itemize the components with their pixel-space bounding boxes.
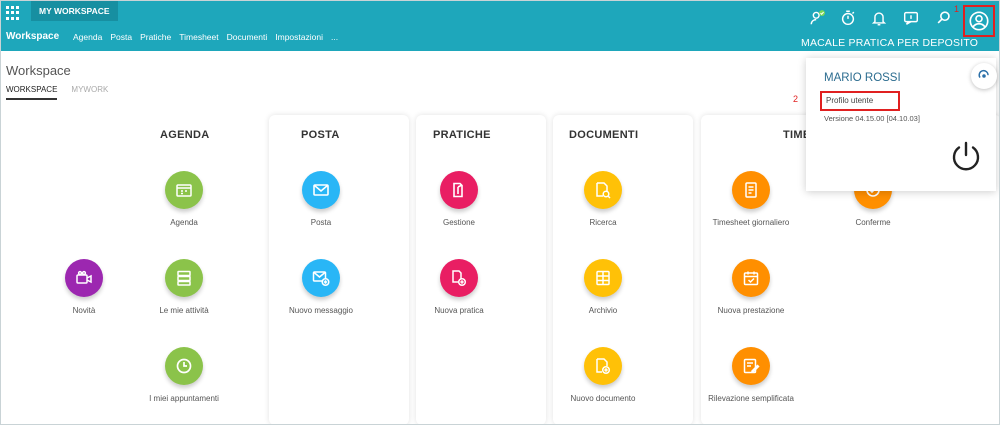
message-icon[interactable] <box>902 9 920 27</box>
calendar-check-icon <box>732 259 770 297</box>
workspace-tabs: WORKSPACE MYWORK <box>6 85 108 100</box>
nav-item-impostazioni[interactable]: Impostazioni <box>275 32 323 42</box>
user-check-icon[interactable] <box>809 9 827 27</box>
tile-nuova-pratica[interactable]: Nuova pratica <box>409 259 509 315</box>
user-circle-icon <box>969 11 989 31</box>
section-title-pratiche: PRATICHE <box>433 129 491 141</box>
tile-label: Ricerca <box>589 218 617 227</box>
folder-icon <box>440 171 478 209</box>
apps-grid-icon[interactable] <box>4 4 22 22</box>
camera-icon <box>65 259 103 297</box>
tile-nuovo-messaggio[interactable]: Nuovo messaggio <box>271 259 371 315</box>
version-text: Versione 04.15.00 [04.10.03] <box>824 114 920 123</box>
note-edit-icon <box>732 347 770 385</box>
tile-label: Conferme <box>855 218 891 227</box>
power-icon[interactable] <box>948 138 984 174</box>
step-marker-2: 2 <box>793 94 799 104</box>
tile-gestione[interactable]: Gestione <box>409 171 509 227</box>
top-bar: MY WORKSPACE Workspace Agenda Posta Prat… <box>1 1 999 51</box>
user-name: MARIO ROSSI <box>824 72 901 84</box>
tile-ricerca[interactable]: Ricerca <box>553 171 653 227</box>
document-search-icon <box>584 171 622 209</box>
nav-item-documenti[interactable]: Documenti <box>227 32 268 42</box>
practice-tagline: MACALE PRATICA PER DEPOSITO <box>801 37 979 49</box>
tile-label: Gestione <box>442 218 476 227</box>
tile-label: Nuovo messaggio <box>288 306 354 315</box>
tile-label: I miei appuntamenti <box>149 394 219 403</box>
archive-icon <box>584 259 622 297</box>
tile-label: Archivio <box>588 306 618 315</box>
tile-label: Agenda <box>170 218 198 227</box>
tile-mie-attivita[interactable]: Le mie attività <box>134 259 234 315</box>
tile-novita[interactable]: Novità <box>34 259 134 315</box>
nav-item-timesheet[interactable]: Timesheet <box>179 32 218 42</box>
tab-mywork[interactable]: MYWORK <box>71 85 108 100</box>
document-add-icon <box>584 347 622 385</box>
tile-agenda[interactable]: Agenda <box>134 171 234 227</box>
timer-icon[interactable] <box>839 9 857 27</box>
folder-add-icon <box>440 259 478 297</box>
profile-popup: MARIO ROSSI 2 Profilo utente Versione 04… <box>793 58 996 191</box>
tile-rilevazione-semplificata[interactable]: Rilevazione semplificata <box>701 347 801 403</box>
nav-item-posta[interactable]: Posta <box>110 32 132 42</box>
section-title-posta: POSTA <box>301 129 340 141</box>
app-window: MY WORKSPACE Workspace Agenda Posta Prat… <box>0 0 1000 425</box>
mail-add-icon <box>302 259 340 297</box>
bell-icon[interactable] <box>870 9 888 27</box>
tile-label: Nuova pratica <box>434 306 484 315</box>
mail-icon <box>302 171 340 209</box>
tile-archivio[interactable]: Archivio <box>553 259 653 315</box>
timesheet-icon <box>732 171 770 209</box>
task-list-icon <box>165 259 203 297</box>
main-nav: Agenda Posta Pratiche Timesheet Document… <box>73 32 338 42</box>
nav-item-pratiche[interactable]: Pratiche <box>140 32 171 42</box>
page-title: Workspace <box>6 63 71 78</box>
tile-appuntamenti[interactable]: I miei appuntamenti <box>134 347 234 403</box>
tile-label: Le mie attività <box>159 306 209 315</box>
tile-label: Nuovo documento <box>570 394 636 403</box>
clock-icon <box>165 347 203 385</box>
tile-posta[interactable]: Posta <box>271 171 371 227</box>
tile-timesheet-giornaliero[interactable]: Timesheet giornaliero <box>701 171 801 227</box>
tile-label: Posta <box>310 218 332 227</box>
tile-label: Rilevazione semplificata <box>708 394 794 403</box>
tile-nuova-prestazione[interactable]: Nuova prestazione <box>701 259 801 315</box>
search-icon[interactable] <box>935 9 953 27</box>
help-assistant-icon[interactable] <box>971 63 997 89</box>
my-workspace-tab[interactable]: MY WORKSPACE <box>31 1 118 21</box>
tile-nuovo-documento[interactable]: Nuovo documento <box>553 347 653 403</box>
tile-label: Timesheet giornaliero <box>712 218 790 227</box>
brand-title[interactable]: Workspace <box>6 31 59 42</box>
step-marker-1: 1 <box>954 4 960 14</box>
tab-workspace[interactable]: WORKSPACE <box>6 85 58 100</box>
profile-link[interactable]: Profilo utente <box>820 91 900 111</box>
nav-item-agenda[interactable]: Agenda <box>73 32 102 42</box>
section-title-documenti: DOCUMENTI <box>569 129 639 141</box>
section-title-agenda: AGENDA <box>160 129 210 141</box>
calendar-icon <box>165 171 203 209</box>
user-profile-button[interactable] <box>963 5 995 37</box>
tile-label: Novità <box>72 306 96 315</box>
tile-label: Nuova prestazione <box>717 306 785 315</box>
nav-item-more[interactable]: ... <box>331 32 338 42</box>
